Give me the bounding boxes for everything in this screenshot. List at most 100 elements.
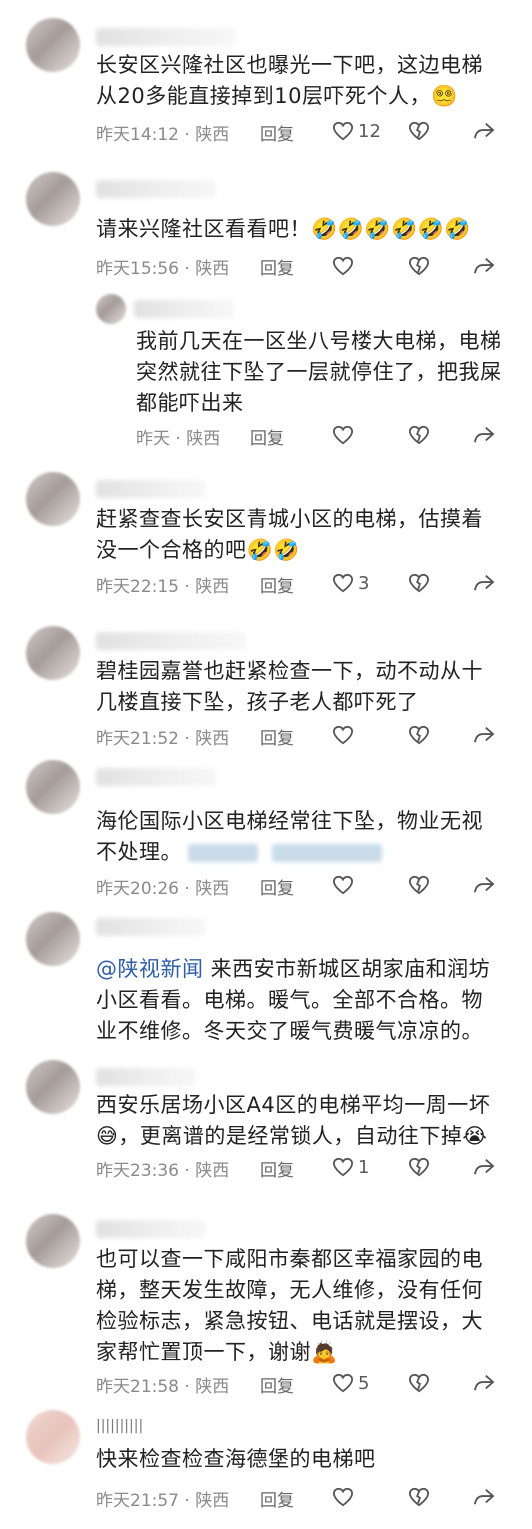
avatar[interactable] [26,912,80,966]
comment-text: 请来兴隆社区看看吧！🤣🤣🤣🤣🤣🤣 [96,214,496,245]
like-button[interactable]: 12 [332,119,381,143]
heart-outline-icon [332,725,354,745]
avatar[interactable] [26,1214,80,1268]
like-button[interactable]: 1 [332,1155,369,1179]
like-button[interactable] [332,1485,354,1509]
share-button[interactable] [472,119,496,143]
dislike-button[interactable] [408,1485,430,1509]
like-count: 1 [358,1156,370,1178]
like-button[interactable] [332,423,354,447]
like-button[interactable]: 5 [332,1371,369,1395]
broken-heart-icon [408,121,430,141]
username[interactable] [96,180,216,198]
broken-heart-icon [408,1373,430,1393]
comment-meta: 昨天21:52 · 陕西 回复 [96,724,294,749]
username[interactable] [96,480,206,498]
comment-meta: 昨天15:56 · 陕西 回复 [96,254,294,279]
comment-actions: 5 [332,1371,502,1395]
avatar[interactable] [26,1410,80,1464]
username[interactable] [96,28,236,46]
dislike-button[interactable] [408,254,430,278]
reply-button[interactable]: 回复 [250,424,284,449]
like-button[interactable] [332,723,354,747]
like-count: 5 [358,1372,370,1394]
reply-button[interactable]: 回复 [260,1486,294,1511]
avatar[interactable] [26,472,80,526]
avatar[interactable] [26,760,80,814]
comment-actions [332,1485,502,1509]
comment-meta: 昨天14:12 · 陕西 回复 [96,120,294,145]
comment-meta: 昨天21:58 · 陕西 回复 [96,1372,294,1397]
heart-outline-icon [332,1373,354,1393]
share-button[interactable] [472,1485,496,1509]
username[interactable] [134,300,234,318]
avatar[interactable] [26,626,80,680]
mention-link[interactable]: @陕视新闻 [96,957,204,981]
avatar[interactable] [26,18,80,72]
avatar[interactable] [26,1060,80,1114]
avatar[interactable] [96,294,126,324]
broken-heart-icon [408,425,430,445]
share-button[interactable] [472,571,496,595]
comment-actions: 1 [332,1155,502,1179]
comment-actions [332,423,502,447]
username[interactable]: |||||||||| [96,1418,143,1434]
dislike-button[interactable] [408,119,430,143]
heart-outline-icon [332,1487,354,1507]
like-button[interactable] [332,254,354,278]
share-button[interactable] [472,1155,496,1179]
blurred-tag [272,844,382,862]
comment-actions [332,873,502,897]
comment-text: 快来检查检查海德堡的电梯吧 [96,1447,376,1471]
dislike-button[interactable] [408,873,430,897]
dislike-button[interactable] [408,571,430,595]
reply-button[interactable]: 回复 [260,874,294,899]
like-count: 3 [358,572,370,594]
rofl-emoji: 🤣🤣 [246,538,300,562]
dislike-button[interactable] [408,723,430,747]
bowing-emoji: 🙇 [311,1340,338,1364]
share-button[interactable] [472,423,496,447]
share-button[interactable] [472,873,496,897]
heart-outline-icon [332,875,354,895]
grinning-sweat-emoji: 😅 [96,1124,119,1148]
reply-button[interactable]: 回复 [260,724,294,749]
share-arrow-icon [474,1375,495,1391]
dislike-button[interactable] [408,1371,430,1395]
username[interactable] [96,1220,206,1238]
share-arrow-icon [474,427,495,443]
comment-text: 西安乐居场小区A4区的电梯平均一周一坏 😅，更离谱的是经常锁人，自动往下掉😭 [96,1090,500,1152]
share-button[interactable] [472,254,496,278]
reply-button[interactable]: 回复 [260,254,294,279]
username[interactable] [96,632,246,650]
username[interactable] [96,1068,196,1086]
comment-actions [332,723,502,747]
share-arrow-icon [474,123,495,139]
comment-meta: 昨天23:36 · 陕西 回复 [96,1156,294,1181]
comment-text: 碧桂园嘉誉也赶紧检查一下，动不动从十几楼直接下坠，孩子老人都吓死了 [96,659,483,714]
broken-heart-icon [408,256,430,276]
username[interactable] [96,768,216,786]
rofl-emoji: 🤣🤣🤣🤣🤣🤣 [311,217,471,241]
username[interactable] [96,918,206,936]
avatar[interactable] [26,172,80,226]
like-button[interactable]: 3 [332,571,369,595]
share-arrow-icon [474,575,495,591]
reply-button[interactable]: 回复 [260,120,294,145]
comment-actions: 12 [332,119,502,143]
like-button[interactable] [332,873,354,897]
share-button[interactable] [472,723,496,747]
reply-button[interactable]: 回复 [260,1156,294,1181]
comment-actions: 3 [332,571,502,595]
like-count: 12 [358,120,381,142]
broken-heart-icon [408,1157,430,1177]
comment-text: @陕视新闻 来西安市新城区胡家庙和润坊小区看看。电梯。暖气。全部不合格。物业不维… [96,957,491,1043]
dislike-button[interactable] [408,423,430,447]
dislike-button[interactable] [408,1155,430,1179]
reply-button[interactable]: 回复 [260,572,294,597]
heart-outline-icon [332,425,354,445]
share-button[interactable] [472,1371,496,1395]
reply-button[interactable]: 回复 [260,1372,294,1397]
comment-actions [332,254,502,278]
share-arrow-icon [474,877,495,893]
